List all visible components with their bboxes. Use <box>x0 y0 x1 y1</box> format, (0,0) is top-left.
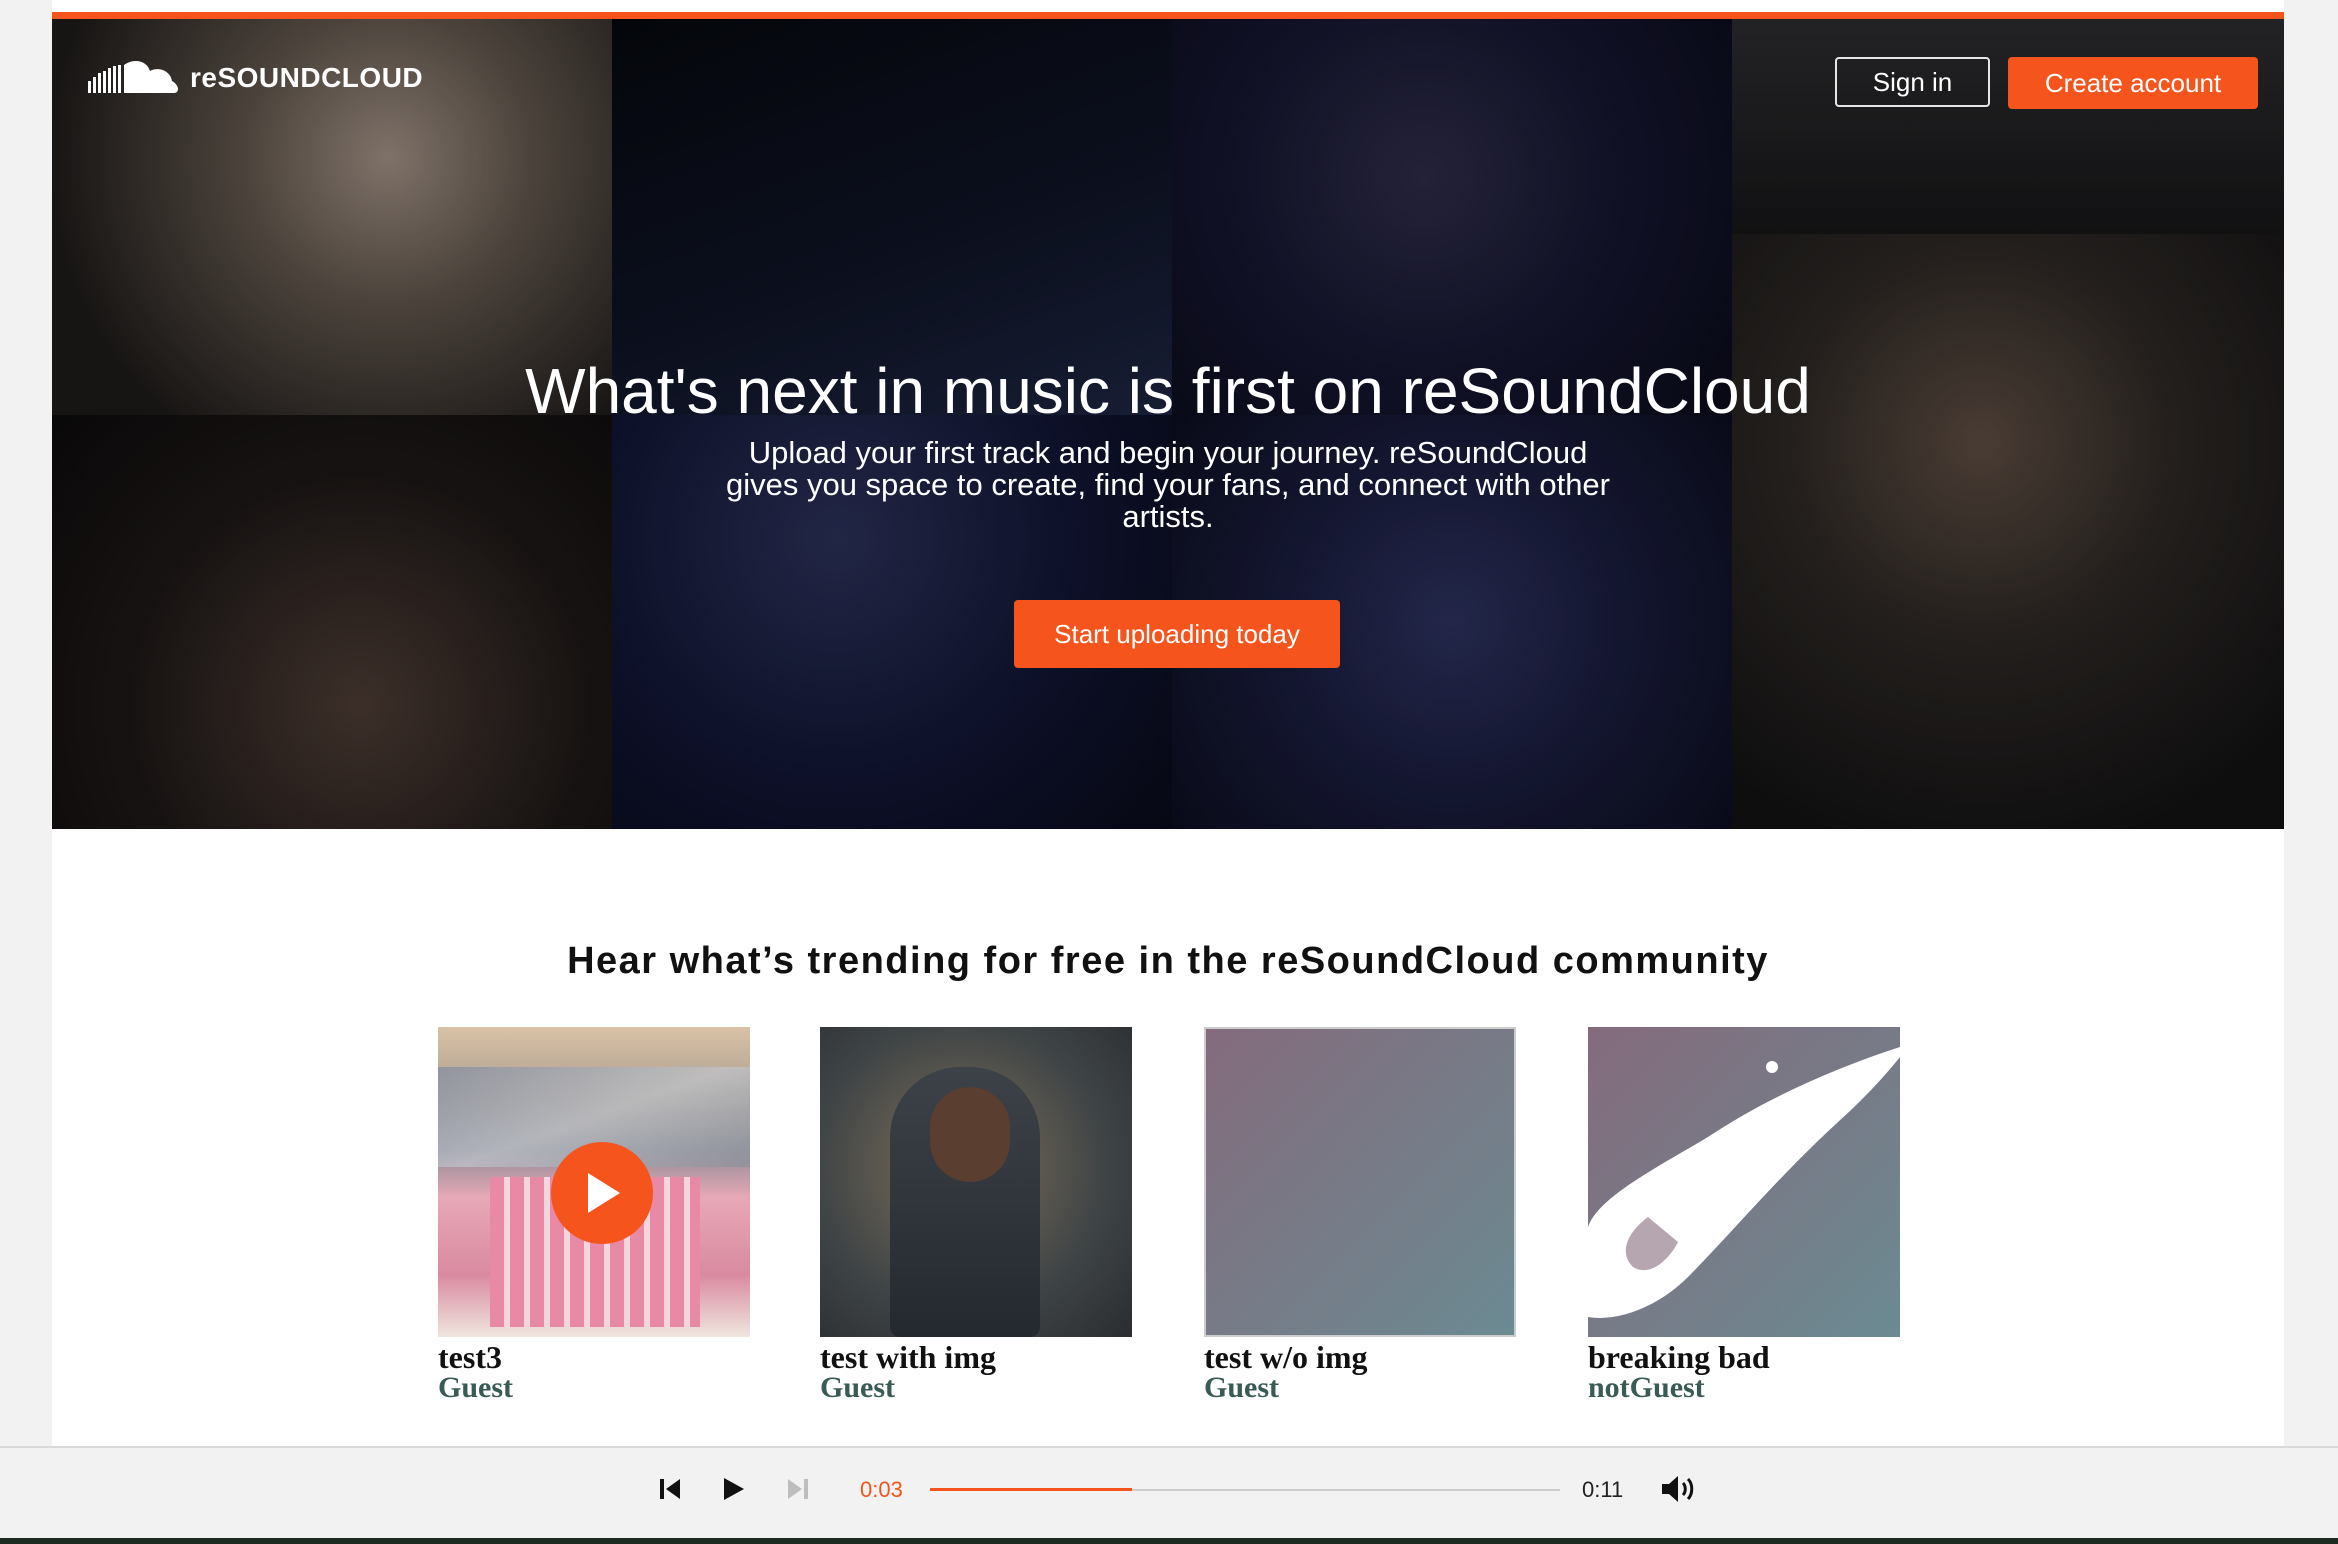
track-title[interactable]: test with img <box>820 1341 1132 1373</box>
brand-logo[interactable]: reSOUNDCLOUD <box>88 57 423 99</box>
track-artist[interactable]: Guest <box>1204 1373 1516 1403</box>
volume-icon[interactable] <box>1660 1472 1698 1506</box>
play-icon <box>588 1173 620 1213</box>
track-title[interactable]: breaking bad <box>1588 1341 1900 1373</box>
skip-back-icon[interactable] <box>658 1474 682 1504</box>
brand-name: reSOUNDCLOUD <box>190 62 424 93</box>
skip-forward-icon[interactable] <box>786 1474 810 1504</box>
track-card[interactable]: test w/o img Guest <box>1204 1027 1516 1403</box>
hero-subtitle: Upload your first track and begin your j… <box>725 435 1610 534</box>
track-card[interactable]: test3 Guest <box>438 1027 750 1403</box>
create-account-button[interactable]: Create account <box>2008 57 2258 109</box>
progress-bar[interactable] <box>930 1488 1560 1491</box>
sign-in-button[interactable]: Sign in <box>1835 57 1990 107</box>
audio-player-bar <box>0 1446 2338 1544</box>
track-artwork[interactable] <box>820 1027 1132 1337</box>
page-container: reSOUNDCLOUD Sign in Create account What… <box>52 0 2284 1446</box>
track-artist[interactable]: Guest <box>438 1373 750 1403</box>
play-icon[interactable] <box>720 1474 746 1504</box>
track-title[interactable]: test3 <box>438 1341 750 1373</box>
track-artist[interactable]: notGuest <box>1588 1373 1900 1403</box>
start-uploading-button[interactable]: Start uploading today <box>1014 600 1340 668</box>
play-button[interactable] <box>551 1142 653 1244</box>
track-card[interactable]: breaking bad notGuest <box>1588 1027 1900 1403</box>
player-bottom-strip <box>0 1538 2338 1544</box>
top-accent-bar <box>52 12 2284 19</box>
hero-title: What's next in music is first on reSound… <box>525 355 1811 427</box>
track-artist[interactable]: Guest <box>820 1373 1132 1403</box>
hero-banner: reSOUNDCLOUD Sign in Create account What… <box>52 19 2284 829</box>
progress-fill <box>930 1488 1132 1491</box>
track-title[interactable]: test w/o img <box>1204 1341 1516 1373</box>
track-artwork[interactable] <box>438 1027 750 1337</box>
trending-heading: Hear what’s trending for free in the reS… <box>567 940 1769 982</box>
soundcloud-logo-icon <box>88 61 178 93</box>
track-card[interactable]: test with img Guest <box>820 1027 1132 1403</box>
track-artwork[interactable] <box>1204 1027 1516 1337</box>
current-time: 0:03 <box>860 1477 903 1502</box>
total-time: 0:11 <box>1582 1477 1624 1502</box>
track-artwork[interactable] <box>1588 1027 1900 1337</box>
comet-illustration-icon <box>1588 1047 1900 1318</box>
